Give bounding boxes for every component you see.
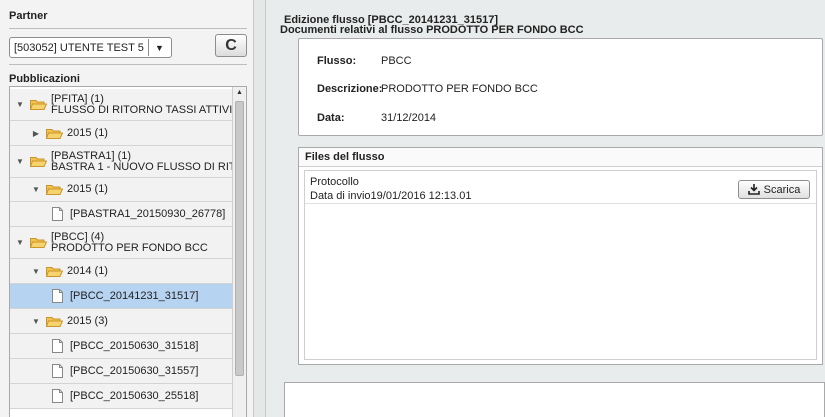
- tree-node-line1: 2014 (1): [67, 265, 108, 277]
- scrollbar-thumb[interactable]: [235, 101, 244, 376]
- tree-node-line1: [PFITA] (1): [51, 93, 104, 105]
- scroll-up-icon[interactable]: ▲: [235, 89, 244, 98]
- descrizione-value: PRODOTTO PER FONDO BCC: [381, 83, 538, 95]
- divider-line: [9, 64, 247, 65]
- documents-panel: [284, 382, 825, 417]
- descrizione-row: Descrizione:PRODOTTO PER FONDO BCC: [317, 83, 538, 95]
- tree-node-line1: [PBCC_20150630_31518]: [70, 340, 199, 352]
- tree-node-label: [PFITA] (1) FLUSSO DI RITORNO TASSI ATTIV…: [51, 94, 233, 116]
- expand-down-icon[interactable]: ▼: [31, 317, 41, 326]
- files-panel: Files del flusso Protocollo Data di invi…: [298, 147, 823, 365]
- partner-select-value: [503052] UTENTE TEST 5: [14, 41, 144, 54]
- splitter[interactable]: [253, 0, 266, 417]
- expand-down-icon[interactable]: ▼: [31, 267, 41, 276]
- tree-node-label: [PBCC_20141231_31517]: [70, 291, 198, 302]
- publications-tree[interactable]: ▼ [PFITA] (1) FLUSSO DI RITORNO TASSI ATTI…: [9, 86, 247, 417]
- refresh-icon: C: [225, 36, 237, 54]
- tree-node-line1: [PBASTRA1] (1): [51, 150, 132, 162]
- document-icon: [52, 364, 63, 378]
- file-name: Protocollo: [310, 176, 359, 188]
- tree-node-label: 2015 (1): [67, 184, 108, 195]
- tree-folder-node[interactable]: ▶ 2015 (1): [10, 121, 233, 146]
- tree-node-label: 2015 (3): [67, 316, 108, 327]
- refresh-button[interactable]: C: [215, 34, 247, 57]
- tree-folder-node[interactable]: ▼ 2015 (1): [10, 178, 233, 202]
- document-icon: [52, 389, 63, 403]
- tree-node-label: [PBCC_20150630_31518]: [70, 341, 198, 352]
- partner-select[interactable]: [503052] UTENTE TEST 5 ▼: [9, 37, 172, 58]
- file-item: Protocollo Data di invio19/01/2016 12:13…: [305, 171, 816, 204]
- tree-node-label: [PBCC_20150630_31557]: [70, 366, 198, 377]
- data-row: Data: 31/12/2014: [317, 112, 436, 124]
- partner-label: Partner: [9, 10, 48, 22]
- tree-folder-node[interactable]: ▼ [PBASTRA1] (1) BASTRA 1 - NUOVO FLUSSO D…: [10, 146, 233, 178]
- documents-header: Documenti relativi al flusso PRODOTTO PE…: [280, 24, 584, 36]
- document-icon: [52, 339, 63, 353]
- tree-node-label: 2014 (1): [67, 266, 108, 277]
- folder-icon: [30, 238, 47, 248]
- expand-down-icon[interactable]: ▼: [31, 185, 41, 194]
- document-icon: [52, 207, 63, 221]
- flow-details-panel: Flusso: PBCC Descrizione:PRODOTTO PER FON…: [298, 38, 823, 136]
- folder-icon: [46, 316, 63, 327]
- folder-icon: [30, 157, 47, 167]
- folder-icon: [46, 185, 63, 195]
- files-header: Files del flusso: [299, 148, 822, 167]
- tree-node-line1: [PBCC_20150630_31557]: [70, 365, 199, 377]
- tree-node-line2: FLUSSO DI RITORNO TASSI ATTIVI A...: [51, 103, 233, 116]
- tree-document-node[interactable]: [PBASTRA1_20150930_26778]: [10, 202, 233, 227]
- folder-icon: [46, 128, 63, 139]
- tree-folder-node[interactable]: ▼ [PFITA] (1) FLUSSO DI RITORNO TASSI ATTI…: [10, 89, 233, 121]
- descrizione-label: Descrizione:: [317, 83, 383, 95]
- left-panel: Partner [503052] UTENTE TEST 5 ▼ C Pubbl…: [0, 0, 253, 417]
- tree-node-line1: [PBCC] (4): [51, 231, 105, 243]
- tree-document-node[interactable]: [PBCC_20141231_31517]: [10, 284, 233, 309]
- tree-node-label: [PBASTRA1_20150930_26778]: [70, 209, 225, 220]
- data-label: Data:: [317, 112, 345, 124]
- document-icon: [52, 289, 63, 303]
- tree-document-node[interactable]: [PBCC_20150630_25518]: [10, 384, 233, 409]
- chevron-down-icon[interactable]: ▼: [148, 39, 170, 56]
- file-date: Data di invio19/01/2016 12:13.01: [310, 190, 472, 202]
- tree-node-line2: BASTRA 1 - NUOVO FLUSSO DI RITO...: [51, 160, 233, 173]
- tree-node-label: 2015 (1): [67, 128, 108, 139]
- folder-icon: [30, 100, 47, 110]
- tree-node-label: [PBCC] (4) PRODOTTO PER FONDO BCC: [51, 232, 208, 254]
- tree-folder-node[interactable]: ▼ 2015 (3): [10, 309, 233, 334]
- tree-node-line2: PRODOTTO PER FONDO BCC: [51, 241, 208, 254]
- tree-node-line1: 2015 (3): [67, 315, 108, 327]
- tree-node-line1: 2015 (1): [67, 184, 108, 195]
- files-list: Protocollo Data di invio19/01/2016 12:13…: [304, 170, 817, 360]
- divider-line: [9, 28, 247, 29]
- download-label: Scarica: [763, 183, 801, 196]
- pubblicazioni-label: Pubblicazioni: [9, 73, 80, 85]
- expand-down-icon[interactable]: ▼: [15, 238, 25, 247]
- tree-node-label: [PBASTRA1] (1) BASTRA 1 - NUOVO FLUSSO DI…: [51, 151, 233, 173]
- flusso-value: PBCC: [381, 55, 412, 67]
- expand-right-icon[interactable]: ▶: [31, 129, 41, 138]
- flusso-label: Flusso:: [317, 55, 357, 67]
- data-value: 31/12/2014: [381, 112, 437, 124]
- tree-node-label: [PBCC_20150630_25518]: [70, 391, 198, 402]
- flusso-row: Flusso: PBCC: [317, 55, 412, 67]
- download-icon: [747, 184, 760, 195]
- tree-node-line1: 2015 (1): [67, 127, 108, 139]
- tree-node-line1: [PBASTRA1_20150930_26778]: [70, 208, 226, 220]
- tree-folder-node[interactable]: ▼ [PBCC] (4) PRODOTTO PER FONDO BCC: [10, 227, 233, 259]
- folder-icon: [46, 266, 63, 277]
- tree-scrollbar[interactable]: ▲: [232, 87, 246, 417]
- expand-down-icon[interactable]: ▼: [15, 157, 25, 166]
- tree-document-node[interactable]: [PBCC_20150630_31518]: [10, 334, 233, 359]
- tree-node-line1: [PBCC_20150630_25518]: [70, 390, 199, 402]
- tree-document-node[interactable]: [PBCC_20150630_31557]: [10, 359, 233, 384]
- content-area: Edizione flusso [PBCC_20141231_31517] Fl…: [266, 0, 825, 417]
- tree-node-line1: [PBCC_20141231_31517]: [70, 290, 199, 302]
- expand-down-icon[interactable]: ▼: [15, 100, 25, 109]
- tree-folder-node[interactable]: ▼ 2014 (1): [10, 259, 233, 284]
- download-button[interactable]: Scarica: [738, 180, 810, 199]
